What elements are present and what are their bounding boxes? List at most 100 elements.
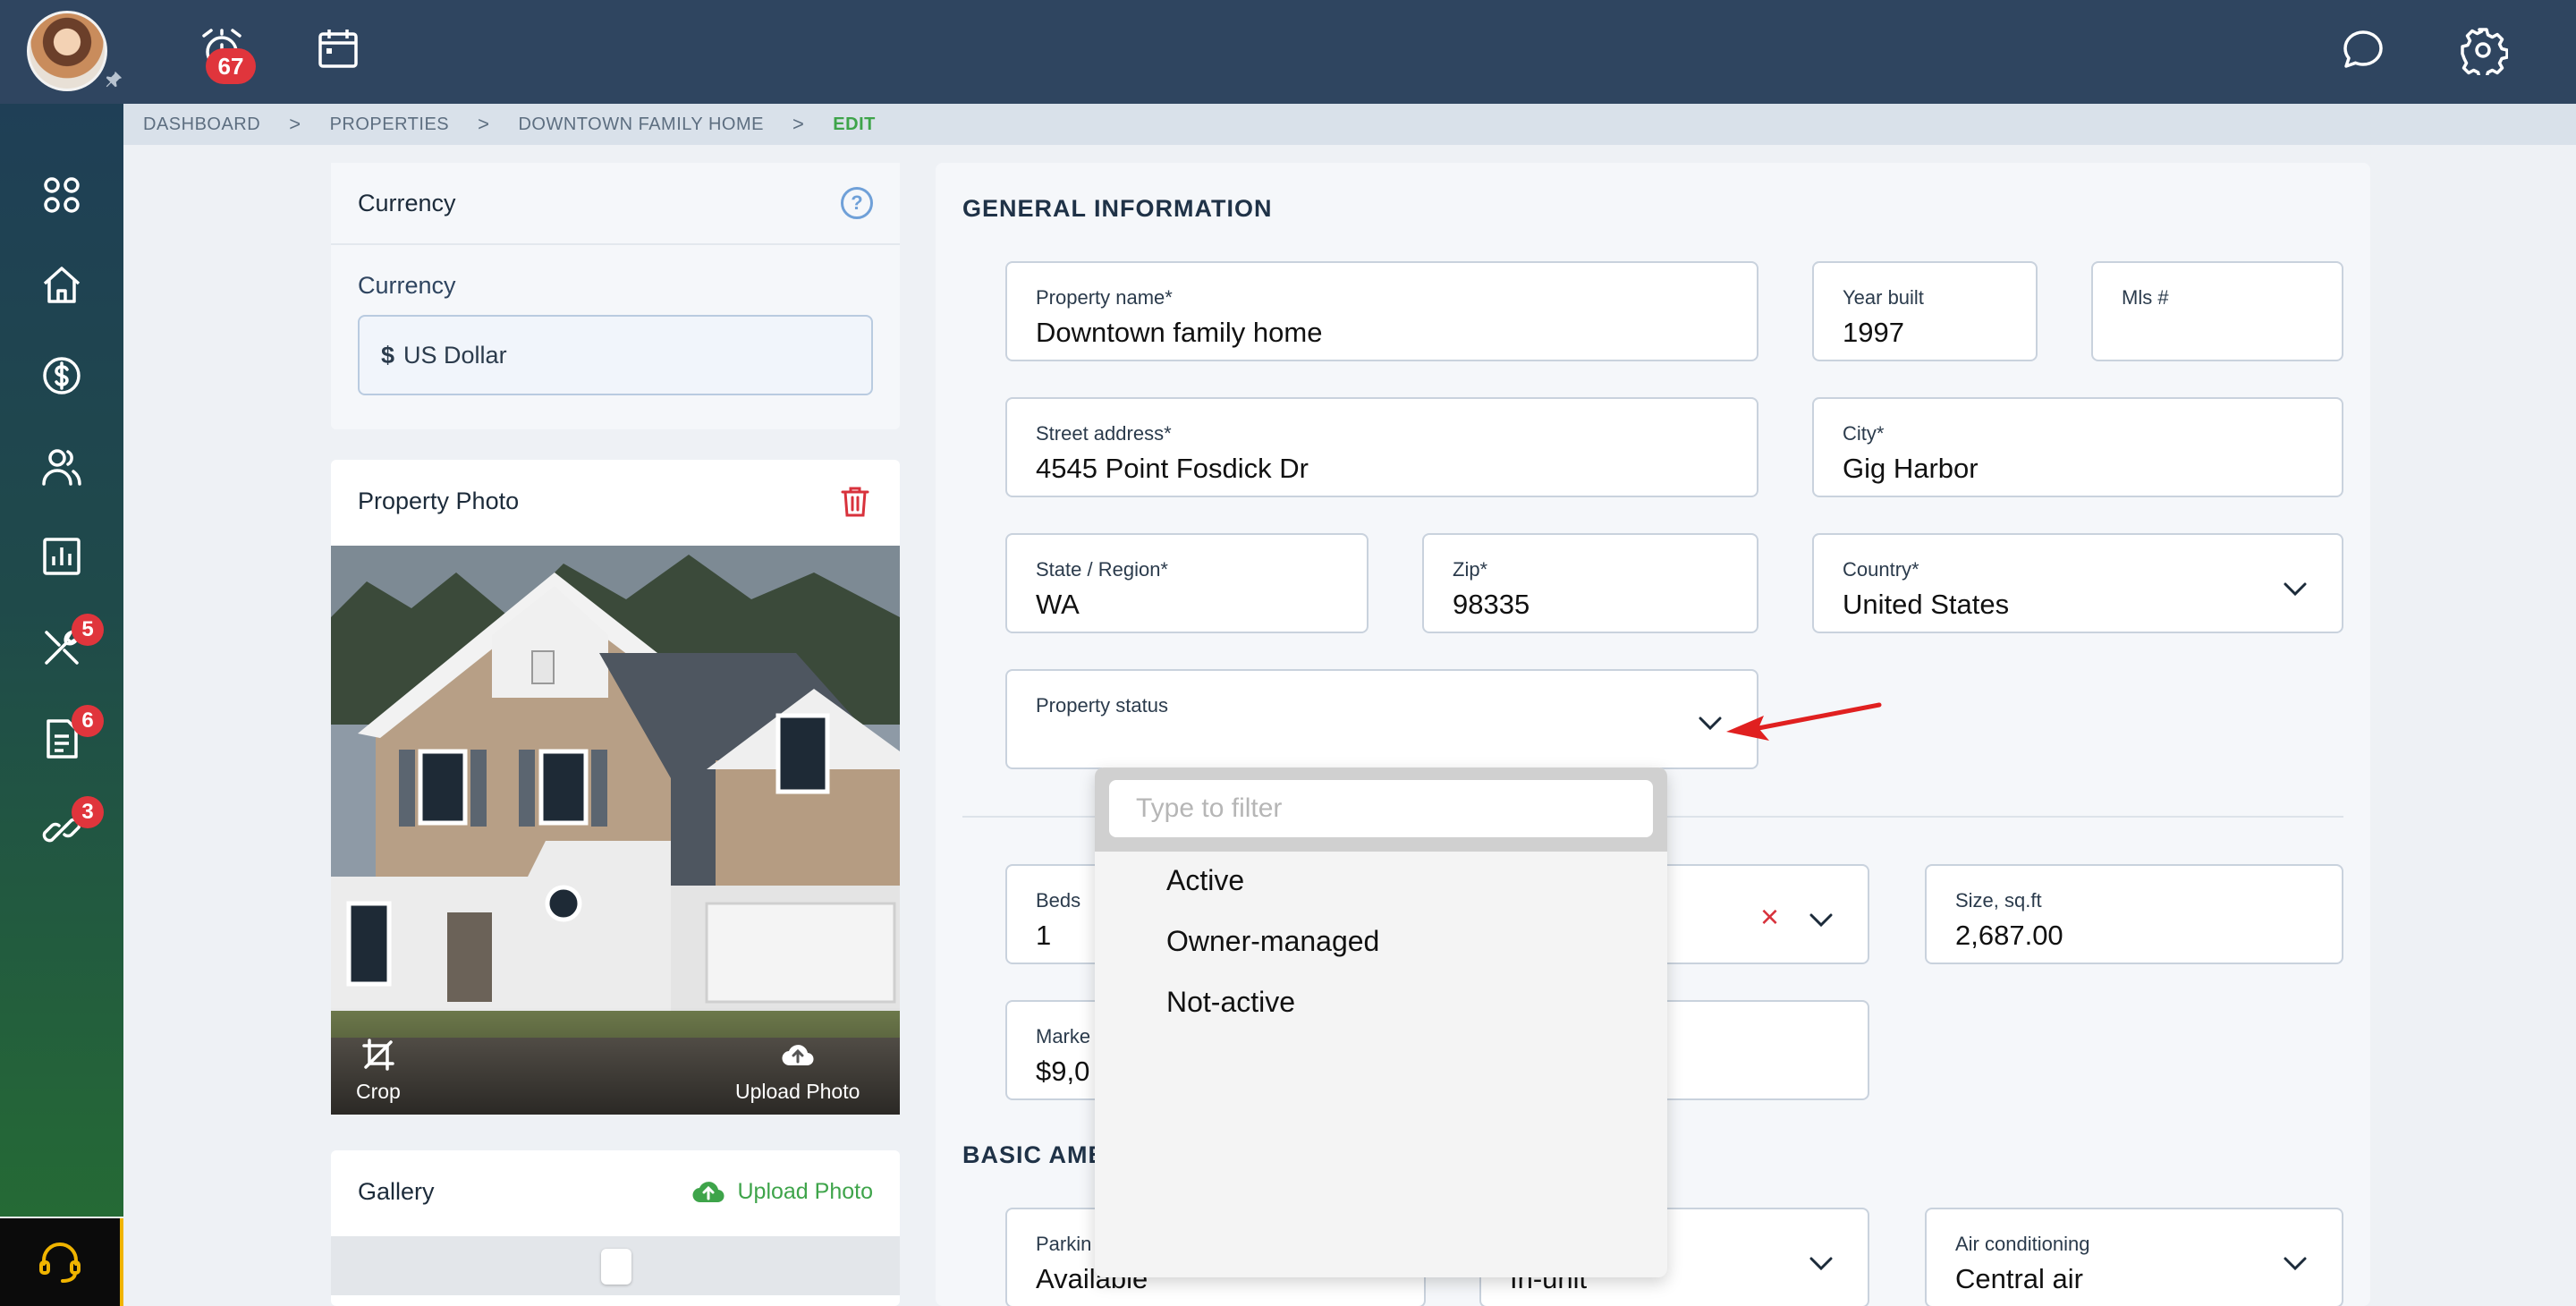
clear-icon[interactable]: ×: [1760, 901, 1787, 933]
state-value: WA: [1036, 589, 1080, 620]
property-name-field[interactable]: Property name* Downtown family home: [1005, 261, 1758, 361]
breadcrumb-properties[interactable]: PROPERTIES: [330, 114, 450, 135]
market-rent-value: $9,0: [1036, 1056, 1090, 1087]
year-built-label: Year built: [1843, 286, 1924, 309]
chevron-down-icon: [1809, 1257, 1833, 1271]
upload-photo-label: Upload Photo: [735, 1080, 860, 1103]
trash-icon[interactable]: [837, 483, 873, 519]
sidebar-item-reports[interactable]: [0, 512, 123, 601]
sidebar-item-home[interactable]: [0, 240, 123, 329]
breadcrumb-property[interactable]: DOWNTOWN FAMILY HOME: [518, 114, 763, 135]
dollar-icon: [43, 357, 80, 394]
breadcrumb-dashboard[interactable]: DASHBOARD: [143, 114, 260, 135]
pin-icon[interactable]: [104, 70, 123, 89]
state-label: State / Region*: [1036, 558, 1168, 581]
gallery-title: Gallery: [358, 1177, 435, 1205]
city-label: City*: [1843, 422, 1885, 445]
mls-field[interactable]: Mls #: [2091, 261, 2343, 361]
documents-badge: 6: [72, 705, 104, 737]
country-value: United States: [1843, 589, 2010, 620]
home-icon: [43, 267, 80, 303]
calendar-icon[interactable]: [315, 25, 361, 72]
gallery-strip: [331, 1236, 900, 1295]
chevron-down-icon: [1809, 913, 1833, 928]
breadcrumb-current: EDIT: [833, 114, 876, 134]
market-rent-label: Marke: [1036, 1025, 1091, 1047]
gallery-upload-label: Upload Photo: [737, 1178, 873, 1204]
breadcrumb-separator: >: [792, 113, 805, 135]
links-badge: 3: [72, 796, 104, 828]
annotation-arrow: [1726, 702, 1882, 741]
dropdown-filter-bar: [1095, 767, 1667, 852]
sidebar-item-links[interactable]: 3: [0, 785, 123, 875]
option-not-active[interactable]: Not-active: [1166, 986, 1295, 1019]
crop-label: Crop: [356, 1080, 401, 1103]
street-address-value: 4545 Point Fosdick Dr: [1036, 453, 1309, 484]
apps-icon: [44, 177, 80, 213]
currency-card: Currency ? Currency $ US Dollar: [331, 163, 900, 429]
country-label: Country*: [1843, 558, 1919, 581]
sidebar-item-people[interactable]: [0, 422, 123, 512]
country-select[interactable]: Country* United States: [1812, 533, 2343, 633]
top-bar: 67: [0, 0, 2576, 104]
street-address-field[interactable]: Street address* 4545 Point Fosdick Dr: [1005, 397, 1758, 497]
street-address-label: Street address*: [1036, 422, 1172, 445]
chart-icon: [43, 538, 80, 575]
year-built-field[interactable]: Year built 1997: [1812, 261, 2038, 361]
breadcrumb-separator: >: [289, 113, 301, 135]
city-value: Gig Harbor: [1843, 453, 1979, 484]
user-avatar[interactable]: [27, 11, 107, 91]
crop-button[interactable]: Crop: [356, 1037, 401, 1104]
mls-label: Mls #: [2122, 286, 2169, 309]
currency-label: Currency: [358, 272, 456, 299]
beds-value: 1: [1036, 920, 1052, 951]
headset-icon: [39, 1242, 80, 1283]
option-owner-managed[interactable]: Owner-managed: [1166, 925, 1379, 958]
gear-icon[interactable]: [2458, 25, 2509, 80]
chevron-down-icon: [2284, 1257, 2307, 1271]
city-field[interactable]: City* Gig Harbor: [1812, 397, 2343, 497]
option-active[interactable]: Active: [1166, 864, 1244, 897]
gallery-card: Gallery Upload Photo: [331, 1150, 900, 1306]
notification-badge: 67: [206, 48, 256, 84]
property-name-label: Property name*: [1036, 286, 1173, 309]
size-field[interactable]: Size, sq.ft 2,687.00: [1925, 864, 2343, 964]
zip-field[interactable]: Zip* 98335: [1422, 533, 1758, 633]
sidebar-item-documents[interactable]: 6: [0, 694, 123, 784]
state-field[interactable]: State / Region* WA: [1005, 533, 1368, 633]
size-label: Size, sq.ft: [1955, 889, 2042, 912]
zip-value: 98335: [1453, 589, 1530, 620]
currency-card-title: Currency: [358, 189, 456, 216]
filter-input[interactable]: [1109, 780, 1653, 837]
gallery-upload-button[interactable]: Upload Photo: [691, 1174, 873, 1209]
cloud-upload-icon: [692, 1182, 725, 1203]
sidebar-item-finance[interactable]: [0, 331, 123, 420]
help-icon[interactable]: ?: [841, 187, 873, 219]
air-conditioning-select[interactable]: Air conditioning Central air: [1925, 1208, 2343, 1306]
upload-photo-button[interactable]: Upload Photo: [735, 1037, 860, 1104]
size-value: 2,687.00: [1955, 920, 2063, 951]
property-photo: Crop Upload Photo: [331, 546, 900, 1115]
support-button[interactable]: [0, 1218, 123, 1306]
beds-label: Beds: [1036, 889, 1081, 912]
amenities-title: BASIC AME: [962, 1141, 1106, 1168]
property-status-dropdown: Active Owner-managed Not-active: [1095, 767, 1667, 1277]
people-icon: [42, 449, 81, 486]
sidebar-item-maintenance[interactable]: 5: [0, 603, 123, 692]
parking-label: Parkin: [1036, 1233, 1092, 1255]
currency-value: US Dollar: [403, 341, 507, 369]
general-info-title: GENERAL INFORMATION: [962, 195, 1273, 222]
crop-icon: [362, 1039, 394, 1071]
sidebar-item-apps[interactable]: [0, 150, 123, 240]
maintenance-badge: 5: [72, 614, 104, 646]
chat-icon[interactable]: [2340, 27, 2386, 73]
air-conditioning-label: Air conditioning: [1955, 1233, 2090, 1255]
gallery-thumbnail[interactable]: [601, 1249, 631, 1285]
cloud-upload-icon: [782, 1045, 814, 1066]
property-status-select[interactable]: Property status: [1005, 669, 1758, 769]
breadcrumb-separator: >: [478, 113, 490, 135]
property-status-label: Property status: [1036, 694, 1168, 717]
sidebar: 5 6 3: [0, 104, 123, 1217]
currency-select[interactable]: $ US Dollar: [358, 315, 873, 395]
chevron-down-icon: [2284, 582, 2307, 597]
